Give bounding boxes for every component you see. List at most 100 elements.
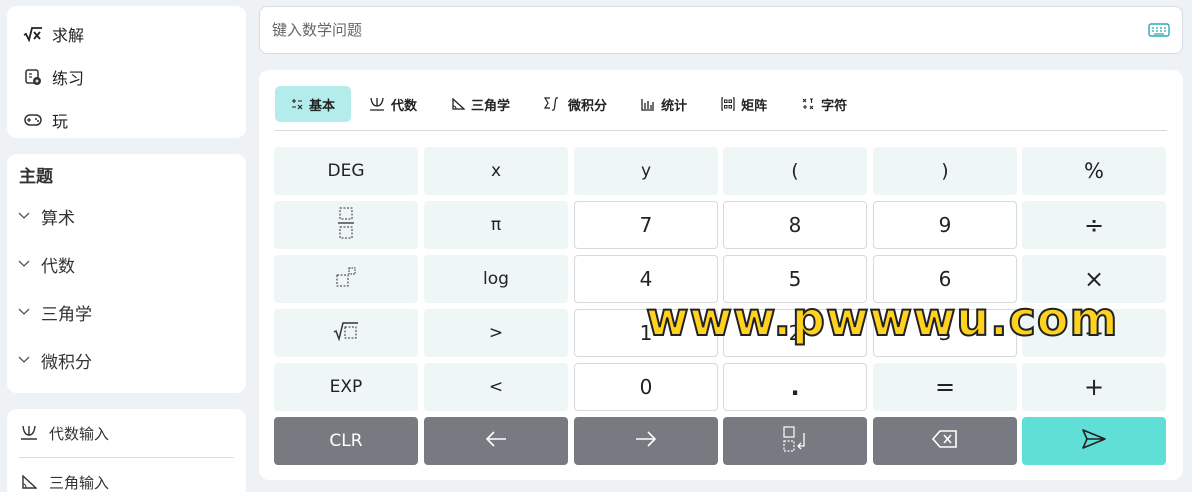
search-box[interactable] bbox=[259, 6, 1183, 54]
keypad-tabs: 基本 代数 三角学 微积分 统计 矩阵 字符 bbox=[275, 86, 865, 122]
search-input[interactable] bbox=[272, 21, 1148, 39]
input-card: 代数输入 三角输入 bbox=[7, 409, 246, 492]
key-greater[interactable]: > bbox=[424, 309, 568, 357]
topic-algebra[interactable]: 代数 bbox=[7, 240, 246, 288]
key-8[interactable]: 8 bbox=[723, 201, 867, 249]
basic-ops-icon bbox=[291, 98, 303, 110]
new-line-icon bbox=[782, 425, 808, 458]
key-plus[interactable]: + bbox=[1022, 363, 1166, 411]
topics-heading: 主题 bbox=[19, 167, 53, 187]
backspace-icon bbox=[931, 429, 958, 453]
send-icon bbox=[1081, 428, 1107, 455]
tab-chars[interactable]: 字符 bbox=[785, 86, 863, 122]
topic-label: 代数 bbox=[41, 256, 75, 277]
keyboard-icon[interactable] bbox=[1148, 22, 1170, 38]
input-algebra[interactable]: 代数输入 bbox=[19, 409, 234, 457]
key-x[interactable]: x bbox=[424, 147, 568, 195]
topic-label: 三角学 bbox=[41, 304, 92, 325]
key-minus[interactable]: − bbox=[1022, 309, 1166, 357]
mode-play[interactable]: 玩 bbox=[7, 98, 246, 141]
keypad-card: 基本 代数 三角学 微积分 统计 矩阵 字符 DEG x y () % π 7… bbox=[259, 70, 1183, 480]
key-0[interactable]: 0 bbox=[574, 363, 718, 411]
mode-solve[interactable]: 求解 bbox=[7, 12, 246, 55]
key-less[interactable]: < bbox=[424, 363, 568, 411]
key-new-line[interactable] bbox=[723, 417, 867, 465]
key-2[interactable]: 2 bbox=[723, 309, 867, 357]
chevron-down-icon bbox=[17, 209, 31, 223]
key-cursor-left[interactable] bbox=[424, 417, 568, 465]
key-equals[interactable]: = bbox=[873, 363, 1017, 411]
key-9[interactable]: 9 bbox=[873, 201, 1017, 249]
power-icon bbox=[335, 266, 357, 293]
input-trig-label: 三角输入 bbox=[49, 473, 110, 492]
topic-calculus[interactable]: 微积分 bbox=[7, 336, 246, 384]
tab-algebra-label: 代数 bbox=[391, 98, 418, 114]
key-close-paren[interactable]: ) bbox=[873, 147, 1017, 195]
matrix-icon bbox=[721, 97, 735, 111]
tab-calculus-label: 微积分 bbox=[568, 98, 608, 114]
tab-matrix[interactable]: 矩阵 bbox=[705, 86, 783, 122]
calculus-icon bbox=[544, 97, 562, 111]
key-divide[interactable]: ÷ bbox=[1022, 201, 1166, 249]
tab-trig-label: 三角学 bbox=[471, 98, 511, 114]
key-times[interactable]: × bbox=[1022, 255, 1166, 303]
topic-trigonometry[interactable]: 三角学 bbox=[7, 288, 246, 336]
tab-stats[interactable]: 统计 bbox=[625, 86, 703, 122]
algebra-icon bbox=[369, 97, 385, 111]
sqrt-x-icon bbox=[23, 24, 43, 44]
tab-basic-label: 基本 bbox=[309, 98, 336, 114]
key-open-paren[interactable]: ( bbox=[723, 147, 867, 195]
key-4[interactable]: 4 bbox=[574, 255, 718, 303]
tab-algebra[interactable]: 代数 bbox=[353, 86, 433, 122]
mode-practice[interactable]: 练习 bbox=[7, 55, 246, 98]
tab-matrix-label: 矩阵 bbox=[741, 98, 768, 114]
key-sqrt[interactable] bbox=[274, 309, 418, 357]
key-1[interactable]: 1 bbox=[574, 309, 718, 357]
key-3[interactable]: 3 bbox=[873, 309, 1017, 357]
practice-icon bbox=[23, 67, 43, 87]
mode-solve-label: 求解 bbox=[52, 25, 85, 45]
key-backspace[interactable] bbox=[873, 417, 1017, 465]
key-exp[interactable]: EXP bbox=[274, 363, 418, 411]
key-6[interactable]: 6 bbox=[873, 255, 1017, 303]
topic-arithmetic[interactable]: 算术 bbox=[7, 192, 246, 240]
tab-trig[interactable]: 三角学 bbox=[435, 86, 526, 122]
key-cursor-right[interactable] bbox=[574, 417, 718, 465]
chevron-down-icon bbox=[17, 353, 31, 367]
triangle-icon bbox=[19, 472, 39, 492]
key-fraction[interactable] bbox=[274, 201, 418, 249]
mode-play-label: 玩 bbox=[52, 111, 69, 131]
mode-practice-label: 练习 bbox=[52, 68, 85, 88]
input-trig[interactable]: 三角输入 bbox=[19, 458, 234, 492]
key-power[interactable] bbox=[274, 255, 418, 303]
key-7[interactable]: 7 bbox=[574, 201, 718, 249]
arrow-right-icon bbox=[635, 430, 657, 452]
chevron-down-icon bbox=[17, 305, 31, 319]
mode-card: 求解 练习 玩 bbox=[7, 6, 246, 138]
tab-divider bbox=[275, 130, 1167, 131]
gamepad-icon bbox=[23, 110, 43, 130]
stats-icon bbox=[641, 98, 655, 111]
input-algebra-label: 代数输入 bbox=[49, 424, 110, 443]
topic-label: 微积分 bbox=[41, 352, 92, 373]
fraction-icon bbox=[338, 207, 354, 244]
keypad-grid: DEG x y ( ) % π 7 8 9 ÷ log 4 5 6 × > 1 … bbox=[274, 147, 1167, 465]
key-submit[interactable] bbox=[1022, 417, 1166, 465]
key-5[interactable]: 5 bbox=[723, 255, 867, 303]
topic-label: 算术 bbox=[41, 208, 75, 229]
key-clear[interactable]: CLR bbox=[274, 417, 418, 465]
key-percent[interactable]: % bbox=[1022, 147, 1166, 195]
key-deg[interactable]: DEG bbox=[274, 147, 418, 195]
chars-icon bbox=[801, 97, 815, 111]
sqrt-icon bbox=[333, 321, 359, 346]
tab-stats-label: 统计 bbox=[661, 98, 688, 114]
arrow-left-icon bbox=[485, 430, 507, 452]
key-y[interactable]: y bbox=[574, 147, 718, 195]
tab-calculus[interactable]: 微积分 bbox=[528, 86, 623, 122]
key-pi[interactable]: π bbox=[424, 201, 568, 249]
tab-chars-label: 字符 bbox=[821, 98, 848, 114]
algebra-icon bbox=[19, 423, 39, 443]
key-dot[interactable]: . bbox=[723, 363, 867, 411]
key-log[interactable]: log bbox=[424, 255, 568, 303]
tab-basic[interactable]: 基本 bbox=[275, 86, 352, 122]
